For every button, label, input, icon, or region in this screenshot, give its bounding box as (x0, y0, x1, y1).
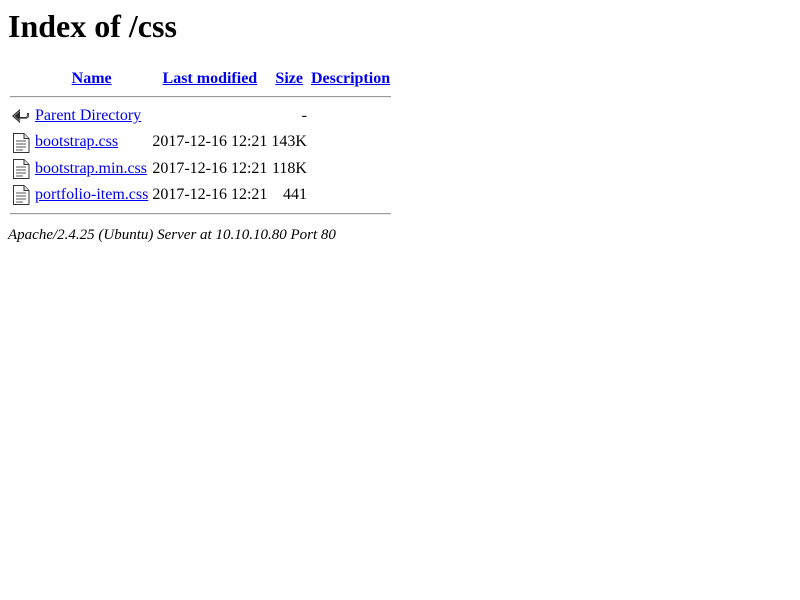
modified-cell: 2017-12-16 12:21 (152, 185, 268, 203)
file-link[interactable]: bootstrap.css (35, 133, 118, 150)
size-column-header[interactable]: Size (270, 68, 308, 90)
description-cell (310, 183, 391, 207)
size-cell: 118K (272, 159, 307, 177)
separator-row (10, 92, 392, 102)
table-row: bootstrap.css 2017-12-16 12:21 143K (10, 130, 391, 154)
description-cell (310, 130, 391, 154)
sort-by-name-link[interactable]: Name (72, 70, 112, 87)
icon-column-header (10, 68, 32, 90)
size-cell: 143K (271, 133, 307, 151)
file-link[interactable]: bootstrap.min.css (35, 160, 147, 177)
separator-row (10, 209, 392, 219)
server-signature: Apache/2.4.25 (Ubuntu) Server at 10.10.1… (8, 227, 336, 244)
description-column-header[interactable]: Description (310, 68, 391, 90)
sort-by-description-link[interactable]: Description (311, 70, 390, 87)
text-file-icon (11, 132, 31, 154)
name-column-header[interactable]: Name (34, 68, 149, 90)
file-link[interactable]: portfolio-item.css (35, 186, 148, 203)
bottom-divider (10, 213, 392, 216)
table-row: bootstrap.min.css 2017-12-16 12:21 118K (10, 157, 391, 181)
description-cell (310, 104, 391, 128)
modified-cell: 2017-12-16 12:21 (152, 133, 268, 151)
back-icon (11, 105, 31, 127)
sort-by-size-link[interactable]: Size (275, 70, 303, 87)
directory-listing-table: Name Last modified Size Description Pare… (8, 66, 393, 221)
parent-directory-link[interactable]: Parent Directory (35, 107, 141, 124)
text-file-icon (11, 158, 31, 180)
text-file-icon (11, 184, 31, 206)
page-title: Index of /css (8, 8, 177, 44)
header-row: Name Last modified Size Description (10, 68, 391, 90)
modified-cell (151, 104, 268, 128)
sort-by-last-modified-link[interactable]: Last modified (163, 70, 258, 87)
description-cell (310, 157, 391, 181)
modified-cell: 2017-12-16 12:21 (152, 159, 268, 177)
table-row-parent-directory: Parent Directory - (10, 104, 391, 128)
size-cell: 441 (282, 185, 307, 203)
table-row: portfolio-item.css 2017-12-16 12:21 441 (10, 183, 391, 207)
last-modified-column-header[interactable]: Last modified (151, 68, 268, 90)
top-divider (10, 96, 392, 98)
size-cell: - (301, 107, 307, 124)
